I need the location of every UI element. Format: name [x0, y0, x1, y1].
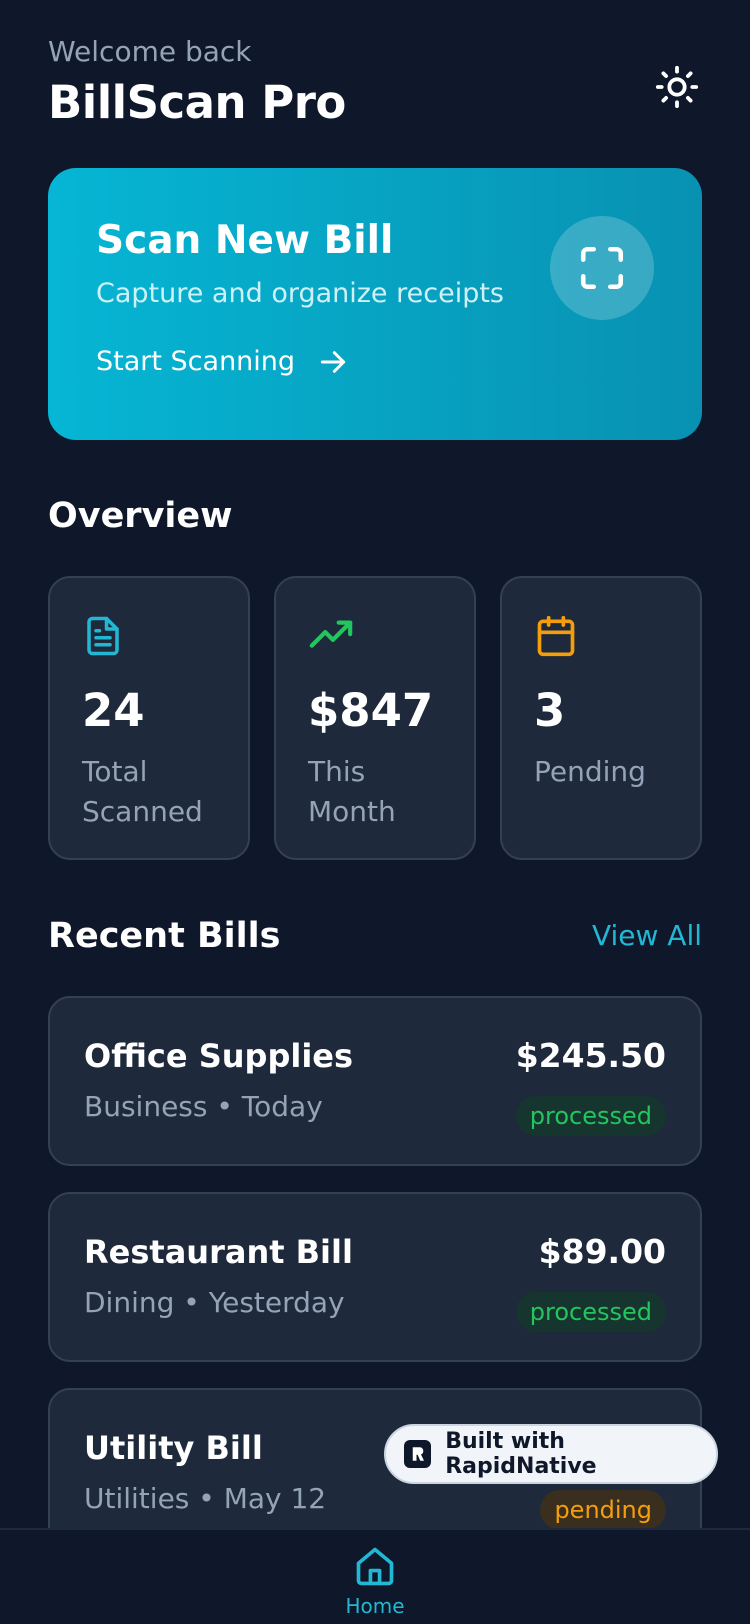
rapidnative-label: Built with RapidNative — [445, 1429, 597, 1479]
stat-card-pending[interactable]: 3 Pending — [500, 576, 702, 860]
stat-label-line: This — [308, 755, 366, 788]
scan-new-bill-card[interactable]: Scan New Bill Capture and organize recei… — [48, 168, 702, 440]
bottom-tab-bar: Home — [0, 1528, 750, 1624]
stat-value: 3 — [534, 684, 566, 737]
stat-label: Total Scanned — [82, 752, 216, 832]
app-screen: Welcome back BillScan Pro Scan New Bill … — [0, 0, 750, 1624]
bill-amount: $245.50 — [515, 1036, 666, 1075]
status-badge: processed — [515, 1096, 666, 1136]
bill-amount: $89.00 — [538, 1232, 666, 1271]
recent-bills-title: Recent Bills — [48, 916, 281, 956]
theme-toggle-button[interactable] — [652, 62, 702, 112]
start-scanning-label: Start Scanning — [96, 346, 296, 377]
stat-label: Pending — [534, 752, 668, 792]
header: Welcome back BillScan Pro — [48, 34, 702, 134]
stat-card-total-scanned[interactable]: 24 Total Scanned — [48, 576, 250, 860]
document-icon — [87, 616, 119, 656]
stat-label-line: Month — [308, 795, 396, 828]
scan-icon-button[interactable] — [550, 216, 654, 320]
start-scanning-button[interactable]: Start Scanning — [96, 344, 654, 380]
built-with-rapidnative-badge[interactable]: Built with RapidNative — [384, 1424, 718, 1484]
stat-label-line: Total — [82, 755, 148, 788]
stat-value: 24 — [82, 684, 145, 737]
stat-value: $847 — [308, 684, 434, 737]
stat-label-line: Pending — [534, 755, 646, 788]
status-badge: processed — [515, 1292, 666, 1332]
bill-card-office-supplies[interactable]: Office Supplies Business • Today $245.50… — [48, 996, 702, 1166]
stat-label-line: Scanned — [82, 795, 203, 828]
overview-title: Overview — [48, 496, 233, 536]
tab-home[interactable]: Home — [330, 1544, 420, 1624]
sun-icon — [655, 65, 699, 109]
scan-frame-icon — [580, 246, 624, 290]
bill-card-restaurant[interactable]: Restaurant Bill Dining • Yesterday $89.0… — [48, 1192, 702, 1362]
trending-up-icon — [309, 620, 353, 648]
view-all-link[interactable]: View All — [592, 918, 702, 954]
tab-home-label: Home — [345, 1594, 405, 1618]
home-icon — [356, 1547, 394, 1586]
status-badge: pending — [540, 1490, 666, 1530]
stat-label: This Month — [308, 752, 442, 832]
calendar-icon — [537, 615, 575, 657]
app-title: BillScan Pro — [48, 76, 346, 129]
stat-card-this-month[interactable]: $847 This Month — [274, 576, 476, 860]
overview-stats: 24 Total Scanned $847 This Month 3 Pendi… — [48, 576, 702, 860]
welcome-text: Welcome back — [48, 35, 252, 68]
arrow-right-icon — [320, 351, 346, 373]
rapidnative-logo-icon — [404, 1440, 432, 1468]
